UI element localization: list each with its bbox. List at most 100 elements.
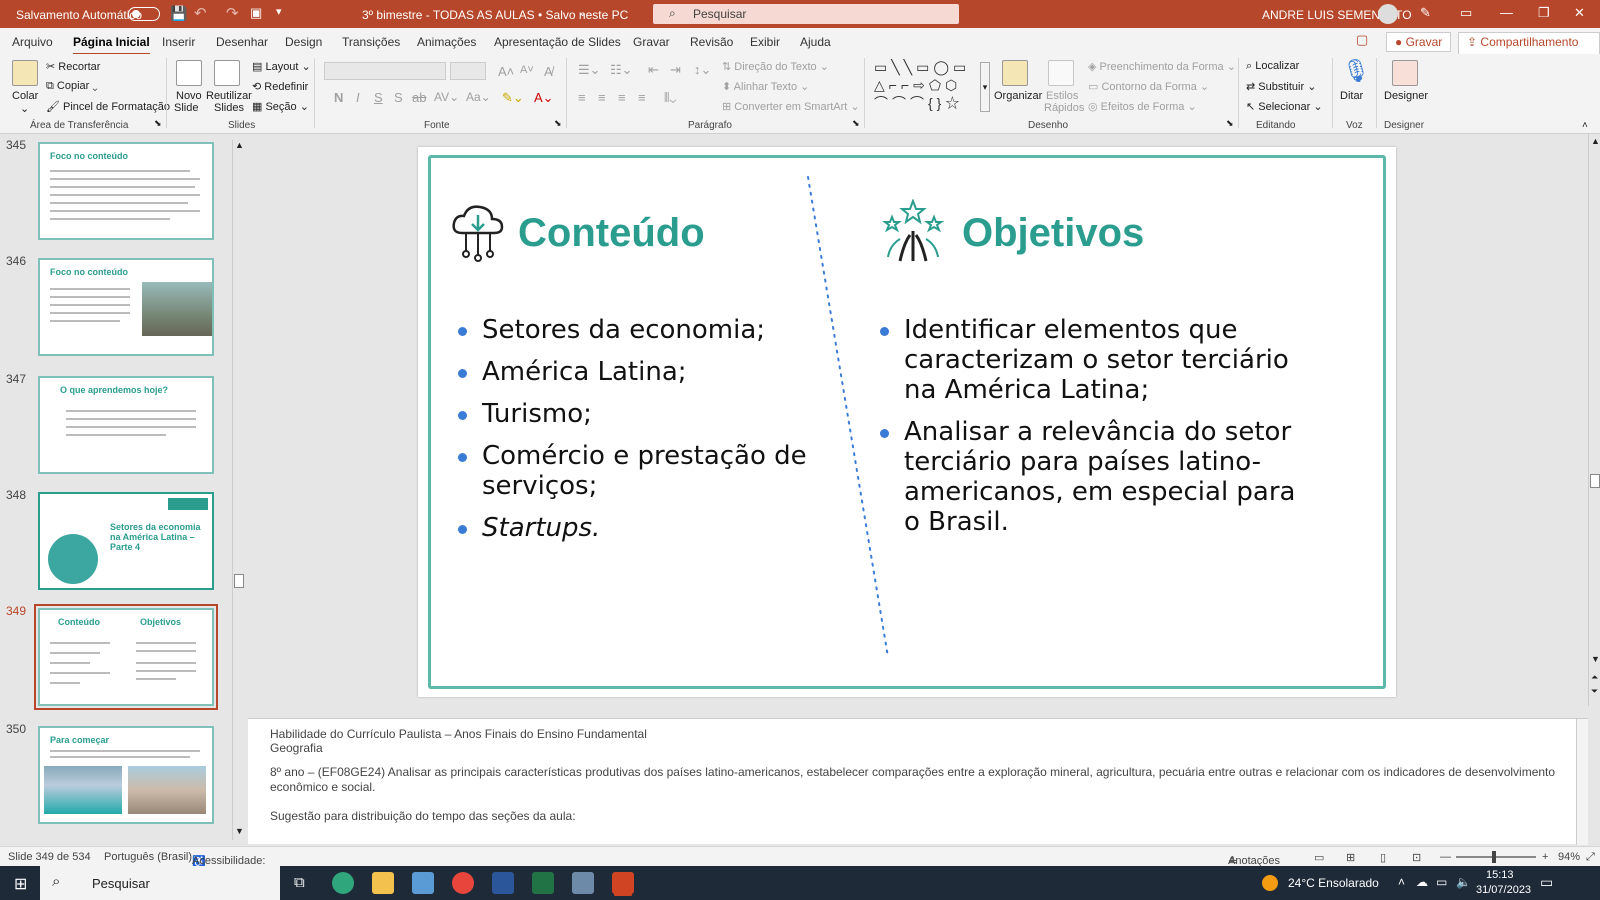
font-size-select[interactable] <box>450 62 486 80</box>
scroll-thumb[interactable] <box>1590 474 1600 488</box>
slide-thumbnail[interactable]: Foco no conteúdo <box>38 258 214 356</box>
ribbon-display-icon[interactable]: ▭ <box>1460 5 1472 21</box>
clock-date[interactable]: 31/07/2023 <box>1476 884 1531 896</box>
powerpoint-icon[interactable] <box>612 872 634 894</box>
menu-apresentacao[interactable]: Apresentação de Slides <box>494 35 621 49</box>
reset-button[interactable]: ⟲ Redefinir <box>252 80 308 93</box>
italic-icon[interactable]: I <box>356 90 360 105</box>
slide-canvas[interactable]: Conteúdo Objetivos Setores da economia; … <box>418 147 1396 697</box>
shapes-more-icon[interactable]: ▾ <box>980 62 990 112</box>
menu-animacoes[interactable]: Animações <box>417 35 476 49</box>
tray-chevron-icon[interactable]: ˄ <box>1398 875 1405 889</box>
new-slide-label-2[interactable]: Slide <box>174 102 198 114</box>
layout-button[interactable]: ▤ Layout ⌄ <box>252 60 311 73</box>
quick-styles-label-2[interactable]: Rápidos <box>1044 102 1084 114</box>
edge-icon[interactable] <box>332 872 354 894</box>
numbering-icon[interactable]: ☷⌄ <box>610 62 633 78</box>
onedrive-icon[interactable]: ☁ <box>1416 875 1428 889</box>
new-slide-icon[interactable] <box>176 60 202 86</box>
fit-to-window-icon[interactable]: ⤢ <box>1586 851 1595 864</box>
task-view-icon[interactable]: ⧉ <box>294 874 305 891</box>
new-slide-label[interactable]: Novo <box>176 90 202 102</box>
scroll-up-icon[interactable]: ▲ <box>1591 136 1600 146</box>
settings-icon[interactable] <box>572 872 594 894</box>
columns-icon[interactable]: ⫴⌄ <box>664 90 676 106</box>
font-name-select[interactable] <box>324 62 446 80</box>
reuse-slides-label[interactable]: Reutilizar <box>206 90 252 102</box>
volume-icon[interactable]: 🔈 <box>1456 875 1471 889</box>
paste-button[interactable]: Colar <box>12 90 38 102</box>
arrange-icon[interactable] <box>1002 60 1028 86</box>
slide-scrollbar[interactable]: ▲ ▼ ⏶ ⏷ <box>1588 134 1600 706</box>
quick-styles-icon[interactable] <box>1048 60 1074 86</box>
align-left-icon[interactable]: ≡ <box>578 90 586 105</box>
slide-thumbnail[interactable]: Para começar <box>38 726 214 824</box>
word-icon[interactable] <box>492 872 514 894</box>
redo-icon[interactable]: ↷ <box>226 4 239 22</box>
avatar[interactable] <box>1378 4 1398 24</box>
clock-time[interactable]: 15:13 <box>1486 869 1514 881</box>
strikethrough-icon[interactable]: ab <box>412 90 426 105</box>
slide-thumbnail[interactable]: Setores da economia na América Latina – … <box>38 492 214 590</box>
close-icon[interactable]: ✕ <box>1574 5 1585 21</box>
select-button[interactable]: ↖ Selecionar ⌄ <box>1246 100 1323 113</box>
slide-sorter-icon[interactable]: ⊞ <box>1346 851 1355 864</box>
microphone-icon[interactable]: 🎙 <box>1342 58 1370 84</box>
collapse-ribbon-icon[interactable]: ˄ <box>1582 120 1588 131</box>
chrome-icon[interactable] <box>452 872 474 894</box>
justify-icon[interactable]: ≡ <box>638 90 646 105</box>
weather-status[interactable]: 24°C Ensolarado <box>1288 876 1379 890</box>
menu-gravar[interactable]: Gravar <box>633 35 670 49</box>
replace-button[interactable]: ⇄ Substituir ⌄ <box>1246 80 1316 93</box>
reuse-slides-icon[interactable] <box>214 60 240 86</box>
zoom-in-icon[interactable]: + <box>1542 851 1548 863</box>
shape-effects-button[interactable]: ◎ Efeitos de Forma ⌄ <box>1088 100 1197 113</box>
present-icon[interactable]: ▣ <box>250 5 262 21</box>
menu-inserir[interactable]: Inserir <box>162 35 195 49</box>
next-slide-icon[interactable]: ⏷ <box>1591 686 1598 697</box>
quick-styles-label[interactable]: Estilos <box>1046 90 1078 102</box>
shadow-icon[interactable]: S <box>394 90 403 105</box>
windows-start-icon[interactable]: ⊞ <box>14 874 27 894</box>
menu-ajuda[interactable]: Ajuda <box>800 35 831 49</box>
dictate-button[interactable]: Ditar <box>1340 90 1363 102</box>
network-icon[interactable]: ▭ <box>1436 875 1447 889</box>
scroll-down-icon[interactable]: ▼ <box>235 826 244 836</box>
zoom-level[interactable]: 94% <box>1558 851 1580 863</box>
slide-thumbnail-selected[interactable]: Conteúdo Objetivos <box>34 604 218 710</box>
bold-icon[interactable]: N <box>334 90 343 105</box>
customize-toolbar-icon[interactable]: ▾ <box>276 5 282 18</box>
change-case-icon[interactable]: Aa⌄ <box>466 90 491 104</box>
drawing-launcher-icon[interactable]: ⬊ <box>1226 118 1234 129</box>
store-icon[interactable] <box>412 872 434 894</box>
decrease-indent-icon[interactable]: ⇤ <box>648 62 659 78</box>
menu-design[interactable]: Design <box>285 35 322 49</box>
shape-fill-button[interactable]: ◈ Preenchimento da Forma ⌄ <box>1088 60 1236 73</box>
highlight-icon[interactable]: ✎⌄ <box>502 90 524 106</box>
align-center-icon[interactable]: ≡ <box>598 90 606 105</box>
section-button[interactable]: ▦ Seção ⌄ <box>252 100 309 113</box>
menu-desenhar[interactable]: Desenhar <box>216 35 268 49</box>
menu-exibir[interactable]: Exibir <box>750 35 780 49</box>
bullets-icon[interactable]: ☰⌄ <box>578 62 601 78</box>
language-status[interactable]: Português (Brasil) <box>104 851 192 863</box>
copy-button[interactable]: ⧉ Copiar ⌄ <box>46 80 98 93</box>
font-color-icon[interactable]: A⌄ <box>534 90 554 106</box>
slideshow-icon[interactable]: ⊡ <box>1412 851 1421 864</box>
save-icon[interactable]: 💾 <box>170 5 187 22</box>
align-right-icon[interactable]: ≡ <box>618 90 626 105</box>
menu-transicoes[interactable]: Transições <box>342 35 400 49</box>
record-button[interactable]: ● Gravar <box>1386 32 1452 52</box>
underline-icon[interactable]: S <box>374 90 383 105</box>
scroll-up-icon[interactable]: ▲ <box>235 140 244 150</box>
shape-outline-button[interactable]: ▭ Contorno da Forma ⌄ <box>1088 80 1209 93</box>
zoom-slider-thumb[interactable] <box>1492 851 1496 863</box>
format-painter-button[interactable]: 🖌 Pincel de Formatação <box>46 100 170 113</box>
speaker-notes-pane[interactable]: Habilidade do Currículo Paulista – Anos … <box>248 718 1588 845</box>
clear-format-icon[interactable]: A̸ <box>544 64 553 79</box>
shrink-font-icon[interactable]: A˅ <box>520 64 534 76</box>
search-box[interactable]: ⌕ Pesquisar <box>653 4 959 24</box>
text-direction-button[interactable]: ⇅ Direção do Texto ⌄ <box>722 60 829 73</box>
minimize-icon[interactable]: — <box>1500 5 1513 20</box>
paste-icon[interactable] <box>12 60 38 86</box>
